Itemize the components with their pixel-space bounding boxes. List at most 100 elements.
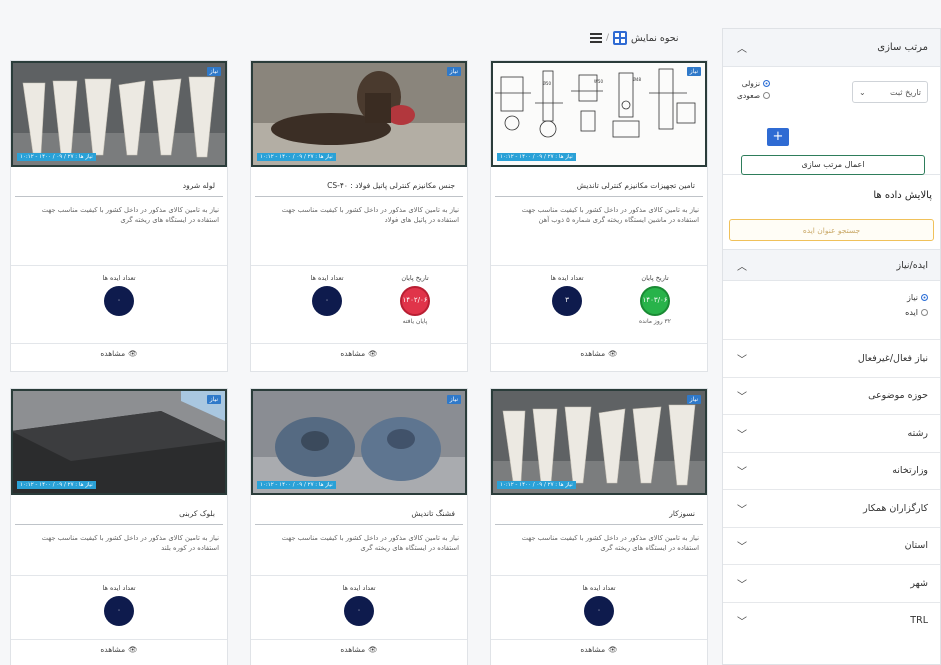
chevron-down-icon[interactable]: ﹀ (735, 613, 749, 628)
stat-end-date: تاریخ پایان ۱۴۰۳/۰۶ ۳۲ روز مانده (615, 274, 695, 325)
need-card[interactable]: نیاز نیاز ها : ۲۷ / ۰۹ / ۱۴۰۰ - ۱۰:۱۲ نس… (490, 388, 708, 665)
card-title[interactable]: لوله شرود (15, 167, 223, 197)
radio-label: صعودی (737, 91, 761, 100)
stat-idea-count: تعداد ایده ها ۰ (559, 584, 639, 626)
accordion-subject-area[interactable]: حوزه موضوعی ﹀ (723, 376, 940, 414)
radio-dot[interactable] (921, 309, 928, 316)
stat-idea-count: تعداد ایده ها ۰ (287, 274, 367, 316)
card-image: نیاز نیاز ها : ۲۷ / ۰۹ / ۱۴۰۰ - ۱۰:۱۲ (11, 389, 227, 495)
card-caption: نیاز ها : ۲۷ / ۰۹ / ۱۴۰۰ - ۱۰:۱۲ (17, 481, 96, 489)
stat-value: ۰ (597, 606, 601, 615)
accordion-trl[interactable]: TRL ﹀ (723, 601, 940, 639)
view-mode-label: نحوه نمایش (631, 32, 679, 44)
chevron-up-icon[interactable]: ︿ (735, 258, 749, 273)
accordion-idea-need-header[interactable]: ایده/نیاز ︿ (723, 249, 940, 281)
eye-icon: 👁 (608, 645, 618, 654)
view-button[interactable]: 👁 مشاهده (251, 343, 467, 363)
sort-title: مرتب سازی (877, 42, 928, 53)
sort-select[interactable]: تاریخ ثبت ⌄ (852, 81, 928, 103)
chevron-down-icon: ⌄ (859, 87, 866, 97)
accordion-title: شهر (910, 577, 928, 589)
accordion-active-status[interactable]: نیاز فعال/غیرفعال ﹀ (723, 339, 940, 377)
add-sort-button[interactable]: + (767, 128, 789, 146)
radio-desc[interactable]: نزولی (737, 79, 771, 88)
accordion-title: استان (904, 540, 928, 552)
need-card[interactable]: نیاز نیاز ها : ۲۷ / ۰۹ / ۱۴۰۰ - ۱۰:۱۲ لو… (10, 60, 228, 372)
radio-idea[interactable]: ایده (723, 308, 928, 317)
stat-value: ۱۴۰۲/۰۶ (402, 296, 428, 305)
eye-icon: 👁 (608, 349, 618, 358)
stat-value: ۰ (357, 606, 361, 615)
card-badge: نیاز (446, 67, 461, 76)
end-date-circle: ۱۴۰۲/۰۶ (400, 286, 430, 316)
accordion-title: کارگزاران همکار (863, 502, 928, 514)
card-title[interactable]: تامین تجهیزات مکانیزم کنترلی تاندیش (495, 167, 703, 197)
filter-title: پالایش داده ها (873, 189, 932, 201)
radio-dot[interactable] (921, 294, 928, 301)
chevron-down-icon[interactable]: ﹀ (735, 463, 749, 478)
chevron-down-icon[interactable]: ﹀ (735, 576, 749, 591)
list-view-icon[interactable] (590, 33, 602, 43)
card-caption: نیاز ها : ۲۷ / ۰۹ / ۱۴۰۰ - ۱۰:۱۲ (497, 153, 576, 161)
refractory-image (493, 391, 705, 493)
radio-dot[interactable] (763, 92, 771, 99)
apply-sort-button[interactable]: اعمال مرتب سازی (741, 155, 925, 175)
accordion-ministry[interactable]: وزارتخانه ﹀ (723, 451, 940, 489)
radio-dot[interactable] (763, 80, 771, 87)
sort-header[interactable]: مرتب سازی ︿ (723, 29, 940, 67)
stat-label: تعداد ایده ها (310, 274, 344, 282)
view-button[interactable]: 👁 مشاهده (11, 639, 227, 659)
card-description: نیاز به تامین کالای مذکور در داخل کشور ب… (41, 206, 219, 225)
grid-view-icon[interactable] (613, 31, 628, 45)
filter-sidebar: مرتب سازی ︿ تاریخ ثبت ⌄ نزولی صعودی + اع… (722, 28, 941, 665)
view-button[interactable]: 👁 مشاهده (251, 639, 467, 659)
need-card[interactable]: نیاز نیاز ها : ۲۷ / ۰۹ / ۱۴۰۰ - ۱۰:۱۲ فش… (250, 388, 468, 665)
radio-need[interactable]: نیاز (723, 293, 928, 302)
card-title[interactable]: بلوک کربنی (15, 495, 223, 525)
shroud-tubes-image (13, 63, 225, 165)
stat-label: تعداد ایده ها (102, 274, 136, 282)
accordion-province[interactable]: استان ﹀ (723, 526, 940, 564)
svg-text:Ø48: Ø48 (633, 77, 642, 82)
card-description: نیاز به تامین کالای مذکور در داخل کشور ب… (41, 534, 219, 553)
need-card[interactable]: نیاز نیاز ها : ۲۷ / ۰۹ / ۱۴۰۰ - ۱۰:۱۲ جن… (250, 60, 468, 372)
view-label: مشاهده (100, 645, 126, 654)
accordion-title: نیاز فعال/غیرفعال (857, 352, 928, 364)
app-root: نحوه نمایش / مرتب سازی ︿ تاریخ ثبت ⌄ نزو… (0, 0, 941, 665)
card-title[interactable]: نسوزکار (495, 495, 703, 525)
carbon-block-image (13, 391, 225, 493)
need-card[interactable]: نیاز نیاز ها : ۲۷ / ۰۹ / ۱۴۰۰ - ۱۰:۱۲ بل… (10, 388, 228, 665)
card-caption: نیاز ها : ۲۷ / ۰۹ / ۱۴۰۰ - ۱۰:۱۲ (17, 153, 96, 161)
card-image: نیاز نیاز ها : ۲۷ / ۰۹ / ۱۴۰۰ - ۱۰:۱۲ (491, 389, 707, 495)
chevron-down-icon[interactable]: ﹀ (735, 538, 749, 553)
accordion-field[interactable]: رشته ﹀ (723, 414, 940, 452)
card-stats: تاریخ پایان ۱۴۰۳/۰۶ ۳۲ روز مانده تعداد ا… (491, 265, 707, 343)
view-label: مشاهده (580, 645, 606, 654)
idea-count-circle: ۰ (344, 596, 374, 626)
chevron-up-icon[interactable]: ︿ (735, 40, 749, 55)
card-image: نیاز نیاز ها : ۲۷ / ۰۹ / ۱۴۰۰ - ۱۰:۱۲ (251, 389, 467, 495)
accordion-title: رشته (907, 427, 928, 439)
card-title[interactable]: جنس مکانیزم کنترلی پاتیل فولاد : CS-۴۰ (255, 167, 463, 197)
card-title[interactable]: فشنگ تاندیش (255, 495, 463, 525)
stat-label: تعداد ایده ها (102, 584, 136, 592)
idea-count-circle: ۳ (552, 286, 582, 316)
accordion-partners[interactable]: کارگزاران همکار ﹀ (723, 489, 940, 527)
view-button[interactable]: 👁 مشاهده (491, 343, 707, 363)
search-input[interactable]: جستجو عنوان ایده (729, 219, 934, 241)
chevron-down-icon[interactable]: ﹀ (735, 426, 749, 441)
view-button[interactable]: 👁 مشاهده (11, 343, 227, 363)
view-label: مشاهده (340, 645, 366, 654)
card-description: نیاز به تامین کالای مذکور در داخل کشور ب… (281, 206, 459, 225)
need-card[interactable]: Ø50 W50 Ø48 نیاز نیاز ها : ۲۷ / ۰۹ / ۱۴۰۰ … (490, 60, 708, 372)
radio-label: ایده (905, 308, 918, 317)
accordion-city[interactable]: شهر ﹀ (723, 564, 940, 602)
chevron-down-icon[interactable]: ﹀ (735, 501, 749, 516)
stat-sub: پایان یافته (402, 318, 428, 325)
radio-label: نزولی (741, 79, 761, 88)
view-button[interactable]: 👁 مشاهده (491, 639, 707, 659)
chevron-down-icon[interactable]: ﹀ (735, 351, 749, 366)
radio-asc[interactable]: صعودی (737, 91, 771, 100)
chevron-down-icon[interactable]: ﹀ (735, 388, 749, 403)
card-caption: نیاز ها : ۲۷ / ۰۹ / ۱۴۰۰ - ۱۰:۱۲ (257, 481, 336, 489)
